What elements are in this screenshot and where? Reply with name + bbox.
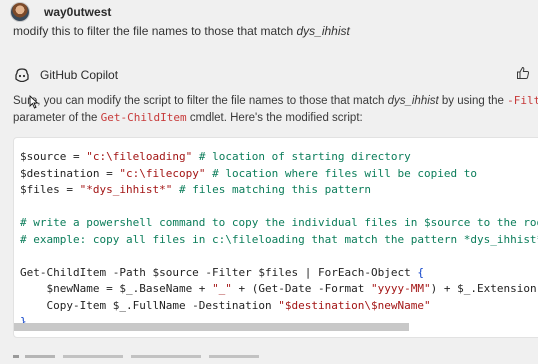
thumbs-up-icon[interactable]	[516, 66, 530, 80]
response-line-1: Sure, you can modify the script to filte…	[13, 94, 538, 107]
response-text: cmdlet. Here's the modified script:	[186, 112, 363, 124]
code-token: Get-ChildItem -Path $source -Filter $fil…	[20, 265, 418, 279]
copilot-icon	[15, 68, 29, 82]
inline-code-cmdlet: Get-ChildItem	[100, 111, 187, 124]
code-string: "yyyy-MM"	[371, 282, 431, 295]
code-comment: # location where files will be copied to	[205, 166, 477, 180]
user-header: way0utwest	[10, 2, 111, 22]
response-line-2: parameter of the Get-ChildItem cmdlet. H…	[13, 111, 363, 124]
code-text[interactable]: $source = "c:\fileloading" # location of…	[20, 149, 538, 331]
code-string: "c:\filecopy"	[119, 166, 206, 180]
code-token: $destination	[20, 166, 100, 180]
code-string: "c:\fileloading"	[86, 150, 193, 163]
user-message-emph: dys_ihhist	[296, 24, 350, 38]
code-token: =	[66, 150, 87, 163]
code-string: "_"	[212, 282, 232, 295]
user-message: modify this to filter the file names to …	[13, 24, 350, 38]
user-message-text: modify this to filter the file names to …	[13, 24, 297, 38]
user-avatar[interactable]	[10, 2, 30, 22]
code-token: ) + $_.Extension	[430, 282, 537, 295]
truncated-text-edge	[13, 355, 259, 358]
code-comment: # location of starting directory	[192, 150, 411, 163]
inline-code-filter: -Filter	[507, 94, 538, 107]
code-comment: # files matching this pattern	[172, 183, 372, 196]
response-text: by using the	[438, 95, 508, 107]
mouse-cursor-icon	[29, 95, 39, 109]
assistant-header: GitHub Copilot	[14, 68, 118, 82]
code-brace: {	[417, 265, 424, 279]
code-token: =	[59, 183, 80, 196]
assistant-name: GitHub Copilot	[40, 68, 119, 82]
code-token: $newName = $_.BaseName +	[20, 282, 213, 295]
code-string: "*dys_ihhist*"	[79, 183, 173, 196]
username[interactable]: way0utwest	[44, 5, 111, 19]
response-text: Sure, you can modify the script to filte…	[13, 95, 388, 107]
code-block[interactable]: $source = "c:\fileloading" # location of…	[13, 137, 538, 338]
code-token: $source	[20, 150, 67, 163]
code-comment: # write a powershell command to copy the…	[20, 216, 538, 229]
code-token: =	[99, 166, 120, 180]
code-string: "$destination\$newName"	[278, 298, 431, 312]
code-token: Copy-Item $_.FullName -Destination	[20, 298, 279, 312]
code-token: $files	[20, 183, 60, 196]
response-text: parameter of the	[13, 112, 101, 124]
code-comment: # example: copy all files in c:\fileload…	[20, 232, 538, 246]
response-emph: dys_ihhist	[387, 95, 439, 107]
horizontal-scrollbar[interactable]	[14, 323, 409, 331]
code-token: + (Get-Date -Format	[231, 282, 372, 295]
